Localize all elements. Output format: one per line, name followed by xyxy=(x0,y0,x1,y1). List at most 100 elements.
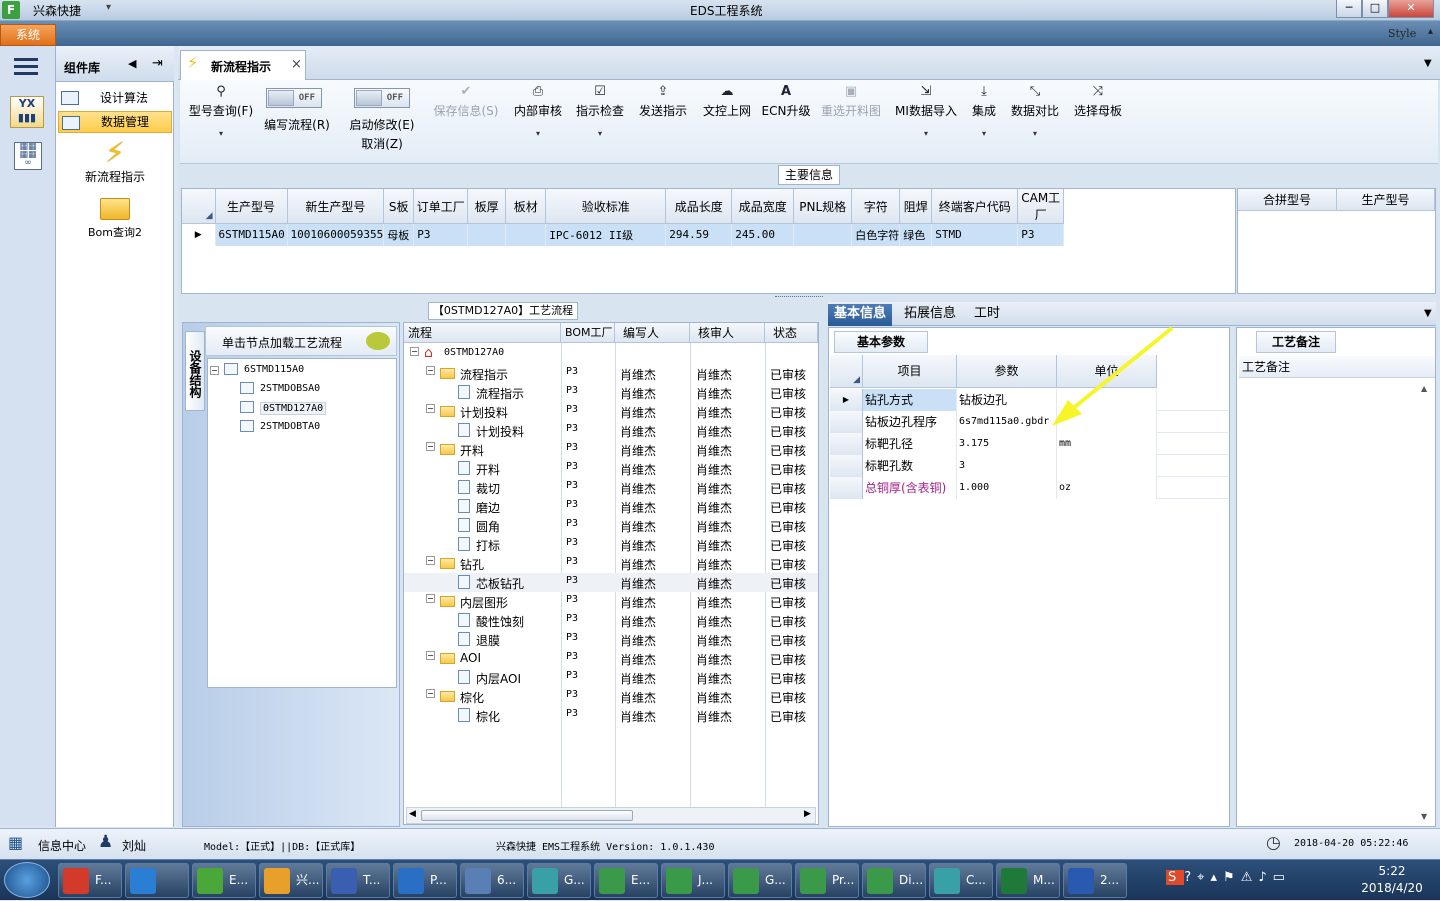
column-header[interactable]: S板 xyxy=(383,189,415,224)
flow-row[interactable]: 内层AOI P3 肖维杰 肖维杰 已审核 xyxy=(404,668,818,687)
taskbar-item[interactable]: 2... xyxy=(1063,863,1127,898)
taskbar-item[interactable]: G... xyxy=(527,863,591,898)
doc-online-button[interactable]: ☁ 文控上网 xyxy=(698,84,756,119)
collapse-icon[interactable]: − xyxy=(426,594,435,603)
scroll-thumb[interactable] xyxy=(421,810,633,821)
flow-row[interactable]: 棕化 P3 肖维杰 肖维杰 已审核 xyxy=(404,706,818,725)
data-compare-button[interactable]: ⤡ 数据对比 ▾ xyxy=(1008,84,1062,138)
scroll-up-icon[interactable]: ▲ xyxy=(1421,384,1427,393)
column-header[interactable]: CAM工厂 xyxy=(1017,189,1065,224)
flag-tray-icon[interactable]: ⚑ xyxy=(1223,870,1241,885)
flow-row[interactable]: 退膜 P3 肖维杰 肖维杰 已审核 xyxy=(404,630,818,649)
flow-row[interactable]: − 流程指示 P3 肖维杰 肖维杰 已审核 xyxy=(404,364,818,383)
save-info-button[interactable]: ✔ 保存信息(S) xyxy=(428,84,504,119)
param-row[interactable]: 标靶孔数 3 xyxy=(830,455,1228,477)
remarks-textarea[interactable] xyxy=(1239,380,1435,824)
send-instruction-button[interactable]: ⇪ 发送指示 xyxy=(634,84,692,119)
volume-tray-icon[interactable]: ♪ xyxy=(1258,870,1272,885)
taskbar-item[interactable]: E... xyxy=(594,863,658,898)
palette-item-design-algorithm[interactable]: 设计算法 xyxy=(58,87,172,109)
model-query-button[interactable]: ⚲ 型号查询(F) ▾ xyxy=(184,84,258,138)
collapse-icon[interactable]: − xyxy=(426,689,435,698)
style-dropdown-icon[interactable]: ▴ xyxy=(1428,26,1433,37)
splitter-handle[interactable] xyxy=(775,296,823,300)
flow-row[interactable]: − ⌂ 0STMD127A0 xyxy=(404,345,818,364)
panel-dropdown-icon[interactable]: ▼ xyxy=(1424,308,1432,319)
display-tray-icon[interactable]: ▭ xyxy=(1273,870,1291,885)
select-mother-board-button[interactable]: ⤨ 选择母板 xyxy=(1070,84,1126,119)
flow-row[interactable]: − 钻孔 P3 肖维杰 肖维杰 已审核 xyxy=(404,554,818,573)
pin-panel-icon[interactable]: ⇥ xyxy=(152,56,163,71)
collapse-icon[interactable]: − xyxy=(426,651,435,660)
device-tree-node[interactable]: − 6STMD115A0 xyxy=(208,361,394,380)
table-cell[interactable]: 245.00 xyxy=(731,223,795,246)
table-cell[interactable] xyxy=(467,223,507,246)
ecn-upgrade-button[interactable]: A ECN升级 xyxy=(760,84,812,119)
column-header[interactable]: 终端客户代码 xyxy=(931,189,1019,224)
param-value-cell[interactable]: 3.175 xyxy=(957,433,1057,455)
instruction-check-button[interactable]: ☑ 指示检查 ▾ xyxy=(572,84,628,138)
column-header[interactable]: 生产型号 xyxy=(215,189,288,224)
flow-row[interactable]: − 内层图形 P3 肖维杰 肖维杰 已审核 xyxy=(404,592,818,611)
info-center-label[interactable]: 信息中心 xyxy=(38,837,86,854)
device-tree-node[interactable]: 2STMDOBTA0 xyxy=(208,418,394,437)
taskbar-item[interactable]: 6... xyxy=(460,863,524,898)
integrate-button[interactable]: ⤓ 集成 ▾ xyxy=(966,84,1002,138)
table-cell[interactable]: IPC-6012 II级 xyxy=(545,223,667,246)
table-cell[interactable]: 10010600059355 xyxy=(287,223,385,246)
grid-apps-icon[interactable]: ▦ xyxy=(8,833,23,852)
pin-tray-icon[interactable]: ⌖ xyxy=(1197,870,1210,885)
taskbar-item[interactable] xyxy=(125,863,189,898)
param-row[interactable]: 总铜厚(含表铜) 1.000 oz xyxy=(830,477,1228,499)
minimize-button[interactable]: ─ xyxy=(1336,0,1362,18)
flow-row[interactable]: 开料 P3 肖维杰 肖维杰 已审核 xyxy=(404,459,818,478)
flow-row[interactable]: 打标 P3 肖维杰 肖维杰 已审核 xyxy=(404,535,818,554)
collapse-icon[interactable]: − xyxy=(410,347,419,356)
start-button[interactable] xyxy=(4,862,50,898)
row-selector[interactable] xyxy=(830,411,863,433)
table-cell[interactable]: 6STMD115A0 xyxy=(215,223,288,246)
system-menu-button[interactable]: 系统 xyxy=(0,24,56,46)
help-tray-icon[interactable]: ? xyxy=(1184,870,1197,885)
maximize-button[interactable]: □ xyxy=(1362,0,1388,18)
reselect-cut-drawing-button[interactable]: ▣ 重选开料图 xyxy=(818,84,884,119)
taskbar-item[interactable]: Di... xyxy=(862,863,926,898)
device-tree-node[interactable]: 2STMDOBSA0 xyxy=(208,380,394,399)
flow-row[interactable]: 芯板钻孔 P3 肖维杰 肖维杰 已审核 xyxy=(404,573,818,592)
table-cell[interactable]: 294.59 xyxy=(665,223,733,246)
factory-module-icon[interactable]: YX ▮▮▮ xyxy=(10,96,44,128)
column-header[interactable]: 成品长度 xyxy=(665,189,733,224)
row-selector[interactable] xyxy=(830,477,863,499)
style-label[interactable]: Style xyxy=(1388,27,1416,40)
collapse-icon[interactable]: − xyxy=(426,442,435,451)
table-row[interactable]: ▶ 6STMD115A0 10010600059355 母板 P3 IPC-6012 I… xyxy=(182,223,1065,246)
flow-row[interactable]: − AOI P3 肖维杰 肖维杰 已审核 xyxy=(404,649,818,668)
collapse-icon[interactable]: − xyxy=(210,366,219,375)
column-header[interactable]: 订单工厂 xyxy=(413,189,469,224)
tab-close-icon[interactable]: × xyxy=(291,57,302,72)
column-header[interactable]: 板厚 xyxy=(467,189,507,224)
flow-row[interactable]: 酸性蚀刻 P3 肖维杰 肖维杰 已审核 xyxy=(404,611,818,630)
taskbar-item[interactable]: T... xyxy=(326,863,390,898)
taskbar-item[interactable]: Pr... xyxy=(795,863,859,898)
collapse-icon[interactable]: − xyxy=(426,556,435,565)
row-selector[interactable] xyxy=(830,455,863,477)
scroll-down-icon[interactable]: ▼ xyxy=(1421,812,1427,821)
write-flow-toggle[interactable]: OFF xyxy=(266,88,322,108)
tab-extended-info[interactable]: 拓展信息 xyxy=(898,304,962,326)
param-value-cell[interactable]: 1.000 xyxy=(957,477,1057,499)
hamburger-menu-icon[interactable] xyxy=(14,58,38,76)
device-structure-tab[interactable]: 设备结构 xyxy=(185,331,205,411)
s-tray-icon[interactable]: S xyxy=(1166,870,1185,885)
taskbar-item[interactable]: M... xyxy=(996,863,1060,898)
collapse-left-icon[interactable]: ◀ xyxy=(128,57,136,70)
row-selector[interactable] xyxy=(830,433,863,455)
quick-access-dropdown-icon[interactable]: ▾ xyxy=(106,2,111,13)
palette-item-data-management[interactable]: 数据管理 xyxy=(58,111,172,133)
column-header[interactable]: 板材 xyxy=(505,189,547,224)
taskbar-clock[interactable]: 5:22 2018/4/20 xyxy=(1350,863,1434,897)
taskbar-item[interactable]: E... xyxy=(192,863,256,898)
device-tree-node[interactable]: 0STMD127A0 xyxy=(208,399,394,418)
taskbar-item[interactable]: P... xyxy=(393,863,457,898)
flow-row[interactable]: 磨边 P3 肖维杰 肖维杰 已审核 xyxy=(404,497,818,516)
